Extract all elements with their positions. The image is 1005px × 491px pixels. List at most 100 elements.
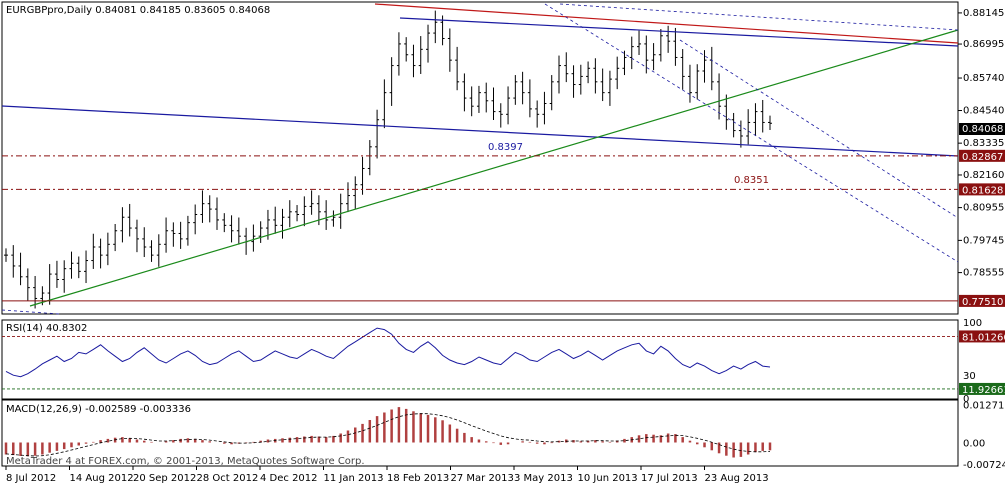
level-label: 0.77510 — [962, 297, 1003, 308]
price-bar — [11, 245, 16, 278]
price-bar — [171, 222, 176, 247]
price-bar — [382, 79, 387, 129]
price-bar — [447, 28, 452, 72]
price-bar — [426, 24, 431, 63]
macd-panel: MACD(12,26,9) -0.002589 -0.003336 MetaTr… — [4, 404, 772, 467]
current-price-badge: 0.84068 — [959, 123, 1005, 135]
price-bar — [178, 221, 183, 249]
price-bar — [629, 36, 634, 70]
price-bar — [113, 223, 118, 252]
y-tick-label: 0.78555 — [963, 268, 1004, 279]
fib-dashed-line-4 — [1, 309, 61, 315]
price-bar — [287, 200, 292, 228]
rsi-y-axis: 81.0126611.92661100300 — [959, 318, 1005, 405]
price-bar — [251, 224, 256, 252]
main-price-panel: 0.8397 0.8351 EURGBPpro,Daily 0.84081 0.… — [1, 3, 959, 315]
rsi-tick-label: 30 — [963, 371, 976, 382]
price-bar — [236, 217, 241, 245]
price-bar — [411, 44, 416, 78]
price-bar — [193, 204, 198, 235]
y-tick-label: 0.85740 — [963, 73, 1004, 84]
rsi-panel: RSI(14) 40.8302 — [2, 323, 958, 390]
price-bar — [491, 87, 496, 121]
price-bar — [345, 182, 350, 213]
price-bar — [134, 219, 139, 253]
price-bar — [185, 215, 190, 246]
macd-signal-line — [5, 413, 771, 457]
red-trendline — [374, 3, 959, 44]
price-bar — [331, 210, 336, 227]
price-bar — [571, 65, 576, 98]
price-bar — [637, 30, 642, 56]
price-bar — [309, 190, 314, 215]
price-bar — [98, 238, 103, 269]
price-bar — [91, 233, 96, 269]
x-tick-label: 11 Jan 2013 — [324, 473, 384, 484]
price-bar — [18, 252, 23, 286]
price-bar — [542, 91, 547, 125]
y-tick-label: 0.88145 — [963, 8, 1004, 19]
price-bar — [389, 57, 394, 106]
price-bar — [564, 52, 569, 83]
x-tick-label: 3 May 2013 — [514, 473, 573, 484]
x-tick-label: 28 Oct 2012 — [197, 473, 259, 484]
level-label: 0.82867 — [962, 152, 1003, 163]
x-tick-label: 18 Feb 2013 — [387, 473, 449, 484]
x-tick-label: 14 Aug 2012 — [70, 473, 134, 484]
price-bar — [295, 205, 300, 222]
y-tick-label: 0.80955 — [963, 203, 1004, 214]
macd-tick-label: 0.00 — [963, 439, 985, 450]
price-bar — [535, 100, 540, 128]
price-bar — [622, 50, 627, 76]
x-tick-label: 8 Jul 2012 — [6, 473, 56, 484]
macd-y-axis: 0.012713 0.00 -0.007245 — [963, 400, 1005, 471]
price-bar — [215, 197, 220, 230]
price-bar — [127, 203, 132, 237]
price-bar — [527, 79, 532, 118]
current-price-label: 0.84068 — [962, 124, 1003, 135]
price-bar — [556, 55, 561, 94]
x-tick-label: 10 Jun 2013 — [578, 473, 638, 484]
green-trendline — [29, 29, 959, 307]
fib-dashed-line-2 — [679, 39, 959, 219]
price-bar — [375, 109, 380, 159]
price-bar — [222, 213, 227, 233]
price-bar — [731, 112, 736, 138]
price-bar — [149, 240, 154, 262]
y-tick-label: 0.83335 — [963, 138, 1004, 149]
price-bar — [600, 68, 605, 102]
price-bar — [695, 64, 700, 100]
price-bar — [549, 75, 554, 111]
price-bar — [229, 215, 234, 243]
y-tick-label: 0.82160 — [963, 170, 1004, 181]
price-bar — [586, 61, 591, 84]
price-bar — [84, 250, 89, 284]
price-bar — [760, 99, 765, 133]
price-bar — [62, 260, 67, 293]
price-bar — [396, 32, 401, 76]
price-bar — [651, 43, 656, 71]
x-axis: 8 Jul 2012 14 Aug 2012 20 Sep 2012 28 Oct 2… — [5, 466, 769, 484]
macd-tick-label: 0.012713 — [963, 400, 1005, 411]
rsi-level-label: 81.01266 — [962, 332, 1005, 343]
price-bar — [324, 200, 329, 230]
x-tick-label: 20 Sep 2012 — [133, 473, 196, 484]
price-bar — [142, 227, 147, 258]
price-bar — [164, 217, 169, 253]
macd-tick-label: -0.007245 — [963, 460, 1005, 471]
x-tick-label: 23 Aug 2013 — [705, 473, 769, 484]
price-bar — [69, 251, 74, 279]
x-tick-label: 17 Jul 2013 — [641, 473, 698, 484]
blue-trendline-lower — [1, 105, 959, 157]
rsi-series-line — [5, 327, 771, 378]
price-bar — [753, 103, 758, 136]
price-bar — [76, 256, 81, 279]
main-title: EURGBPpro,Daily 0.84081 0.84185 0.83605 … — [6, 5, 270, 16]
fib-dashed-line-3 — [559, 3, 959, 31]
price-bar — [302, 196, 307, 227]
macd-title: MACD(12,26,9) -0.002589 -0.003336 — [6, 404, 191, 415]
price-bar — [476, 85, 481, 113]
main-y-axis: 0.88145 0.86995 0.85740 0.84540 0.83335 0.821… — [958, 8, 1005, 308]
price-bar — [702, 50, 707, 83]
rsi-title: RSI(14) 40.8302 — [6, 323, 87, 334]
